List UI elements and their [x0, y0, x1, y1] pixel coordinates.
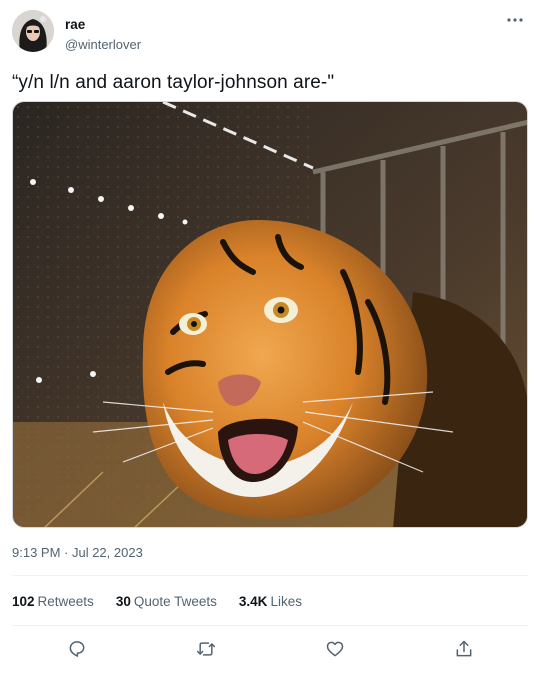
user-handle[interactable]: @winterlover [65, 37, 141, 52]
tweet-text: “y/n l/n and aaron taylor-johnson are-" [12, 72, 335, 93]
action-bar [12, 630, 528, 668]
engagement-stats: 102 Retweets 30 Quote Tweets 3.4K Likes [12, 594, 302, 609]
share-icon[interactable] [446, 631, 482, 667]
display-name[interactable]: rae [65, 17, 85, 32]
like-icon[interactable] [317, 631, 353, 667]
tweet-timestamp[interactable]: 9:13 PM · Jul 22, 2023 [12, 545, 143, 560]
quote-tweets-stat[interactable]: 30 Quote Tweets [116, 594, 217, 609]
avatar[interactable] [12, 10, 54, 52]
tweet-header: rae @winterlover [12, 10, 528, 56]
divider [12, 625, 528, 626]
divider [12, 575, 528, 576]
quote-tweets-label: Quote Tweets [133, 594, 217, 609]
likes-count: 3.4K [238, 594, 268, 609]
retweet-icon[interactable] [188, 631, 224, 667]
likes-stat[interactable]: 3.4K Likes [239, 594, 302, 609]
reply-icon[interactable] [59, 631, 95, 667]
likes-label: Likes [270, 594, 302, 609]
quote-tweets-count: 30 [115, 594, 131, 609]
retweets-label: Retweets [37, 594, 94, 609]
tweet-media-image[interactable] [12, 101, 528, 528]
retweets-count: 102 [12, 594, 35, 609]
more-options-icon[interactable] [504, 12, 526, 28]
retweets-stat[interactable]: 102 Retweets [12, 594, 94, 609]
